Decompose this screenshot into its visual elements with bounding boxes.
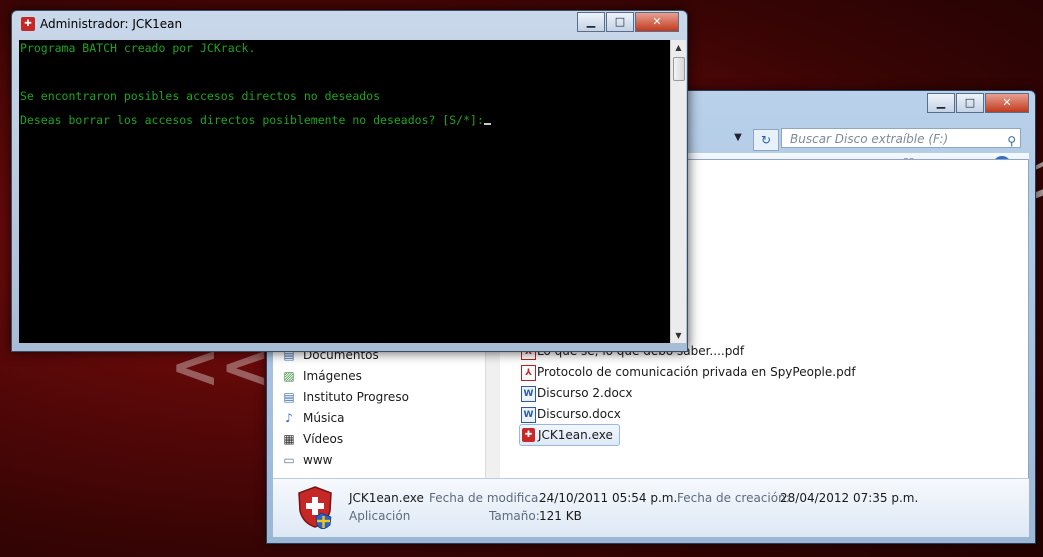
navigation-scrollbar[interactable]: ▼ (485, 341, 500, 486)
nav-item-label: Imágenes (303, 369, 362, 383)
file-name: Discurso.docx (537, 407, 621, 421)
nav-item-instituto-progreso[interactable]: ▤ Instituto Progreso (283, 387, 409, 407)
nav-item-www[interactable]: ▭ www (283, 450, 333, 470)
address-dropdown-icon[interactable]: ▼ (731, 129, 745, 147)
word-document-icon: W (521, 407, 536, 423)
scroll-up-icon[interactable]: ▲ (671, 40, 686, 55)
nav-item-label: Vídeos (303, 432, 344, 446)
details-pane: JCK1ean.exe Aplicación Fecha de modifica… (273, 478, 1029, 537)
details-created-label: Fecha de creación: (677, 491, 790, 505)
file-list: ⅄ Lo que sé, lo que debo saber....pdf ⅄ … (515, 341, 1015, 481)
search-input[interactable]: Buscar Disco extraíble (F:) ⚲ (781, 128, 1021, 148)
terminal-output[interactable]: Programa BATCH creado por JCKrack. Se en… (19, 40, 670, 343)
list-item[interactable]: ⅄ Protocolo de comunicación privada en S… (519, 362, 862, 382)
details-size-value: 121 KB (539, 509, 582, 523)
search-placeholder: Buscar Disco extraíble (F:) (790, 132, 949, 146)
nav-item-label: Música (303, 411, 345, 425)
close-button[interactable]: ✕ (635, 12, 679, 32)
file-name: JCK1ean.exe (538, 428, 613, 442)
nav-item-label: Instituto Progreso (303, 390, 409, 404)
terminal-line: Programa BATCH creado por JCKrack. (20, 41, 256, 55)
music-icon: ♪ (285, 411, 293, 425)
nav-item-musica[interactable]: ♪ Música (285, 408, 345, 428)
refresh-button[interactable]: ↻ (753, 129, 779, 151)
nav-item-videos[interactable]: ▦ Vídeos (283, 429, 344, 449)
minimize-button[interactable]: ▁ (927, 93, 955, 113)
explorer-window-controls: ▁ □ ✕ (926, 93, 1029, 113)
scroll-down-icon[interactable]: ▼ (671, 328, 686, 343)
pictures-icon: ▨ (283, 369, 295, 383)
shield-icon: ✚ (522, 428, 535, 442)
details-modified-value: 24/10/2011 05:54 p.m. (539, 491, 678, 505)
details-created-value: 28/04/2012 07:35 p.m. (780, 491, 919, 505)
terminal-prompt-line: Deseas borrar los accesos directos posib… (20, 113, 491, 127)
minimize-button[interactable]: ▁ (577, 12, 605, 32)
nav-item-label: www (303, 453, 333, 467)
details-file-type: Aplicación (349, 509, 411, 523)
maximize-button[interactable]: □ (956, 93, 984, 113)
shield-icon: ✚ (21, 17, 35, 31)
details-file-name: JCK1ean.exe (349, 491, 424, 505)
shield-icon (298, 486, 332, 529)
details-size-label: Tamaño: (489, 509, 540, 523)
text-cursor (483, 123, 491, 125)
search-icon[interactable]: ⚲ (1007, 131, 1016, 151)
terminal-scrollbar[interactable]: ▲ ▼ (670, 40, 686, 343)
scrollbar-thumb[interactable] (673, 57, 685, 81)
folder-icon: ▭ (283, 453, 295, 467)
file-name: Protocolo de comunicación privada en Spy… (537, 365, 856, 379)
terminal-line: Se encontraron posibles accesos directos… (20, 89, 381, 103)
console-window[interactable]: ✚ Administrador: JCK1ean ▁ □ ✕ Programa … (11, 10, 688, 352)
terminal-prompt: Deseas borrar los accesos directos posib… (20, 113, 484, 127)
videos-icon: ▦ (283, 432, 295, 446)
pdf-icon: ⅄ (521, 365, 536, 381)
word-document-icon: W (521, 386, 536, 402)
folder-icon: ▤ (283, 390, 295, 404)
nav-item-imagenes[interactable]: ▨ Imágenes (283, 366, 362, 386)
file-name: Discurso 2.docx (537, 386, 633, 400)
maximize-button[interactable]: □ (606, 12, 634, 32)
console-window-controls: ▁ □ ✕ (576, 12, 679, 32)
list-item[interactable]: W Discurso 2.docx (519, 383, 638, 403)
list-item-selected[interactable]: ✚ JCK1ean.exe (519, 424, 620, 446)
window-title: Administrador: JCK1ean (40, 17, 183, 31)
navigation-pane: ▤ Documentos ▨ Imágenes ▤ Instituto Prog… (273, 341, 491, 486)
details-modified-label: Fecha de modifica... (429, 491, 550, 505)
close-button[interactable]: ✕ (985, 93, 1029, 113)
list-item[interactable]: W Discurso.docx (519, 404, 627, 424)
